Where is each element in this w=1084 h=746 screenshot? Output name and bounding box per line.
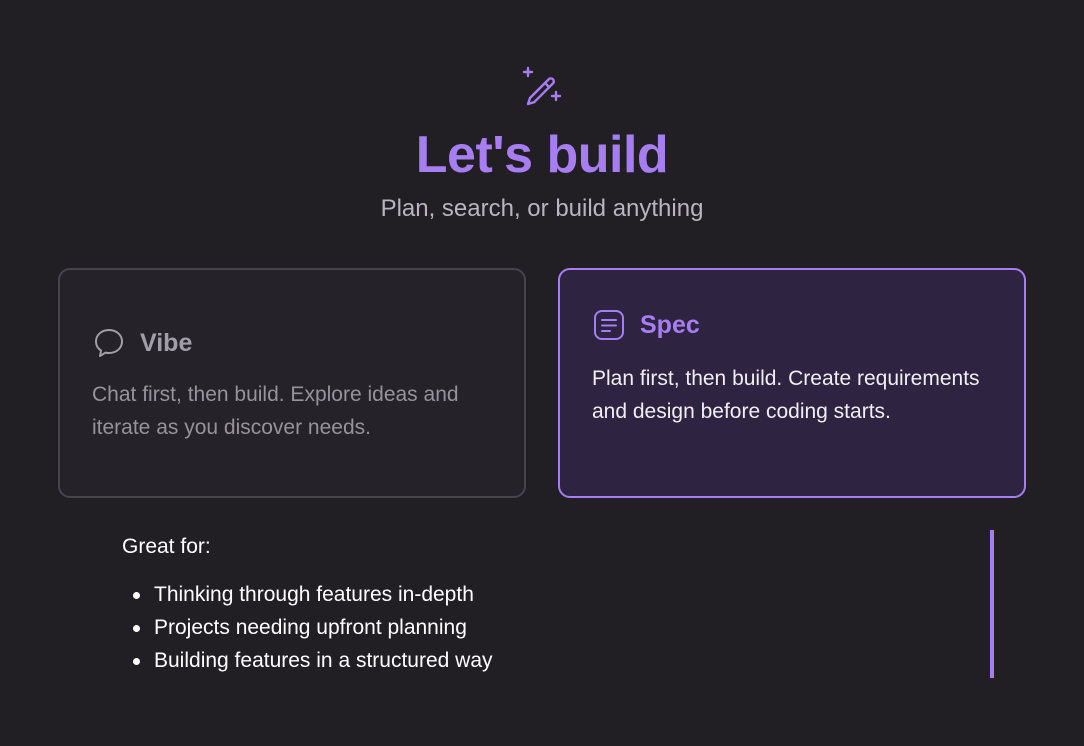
spec-mode-card[interactable]: Spec Plan first, then build. Create requ…	[558, 268, 1026, 498]
feature-text: Building features in a structured way	[154, 649, 493, 672]
spec-card-description: Plan first, then build. Create requireme…	[592, 367, 980, 423]
page-title: Let's build	[415, 126, 669, 184]
spec-card-header: Spec	[592, 308, 700, 342]
spec-card-title: Spec	[640, 311, 700, 339]
feature-text: Thinking through features in-depth	[154, 583, 474, 606]
mode-selection-page: Let's build Plan, search, or build anyth…	[0, 0, 1084, 746]
vibe-card-description: Chat first, then build. Explore ideas an…	[92, 383, 459, 439]
vibe-mode-card[interactable]: Vibe Chat first, then build. Explore ide…	[58, 268, 526, 498]
bullet-icon	[133, 592, 140, 599]
accent-divider	[990, 530, 994, 678]
feature-text: Projects needing upfront planning	[154, 616, 467, 639]
page-subtitle: Plan, search, or build anything	[380, 195, 704, 222]
list-item: Projects needing upfront planning	[122, 611, 493, 644]
feature-list: Thinking through features in-depth Proje…	[122, 578, 493, 677]
document-lines-icon	[594, 310, 624, 340]
list-item: Building features in a structured way	[122, 644, 493, 677]
great-for-heading: Great for:	[122, 535, 211, 558]
list-item: Thinking through features in-depth	[122, 578, 493, 611]
chat-bubble-icon	[95, 329, 123, 357]
vibe-card-header: Vibe	[92, 326, 192, 360]
vibe-card-title: Vibe	[140, 329, 193, 357]
magic-wand-sparkle-icon	[522, 66, 562, 106]
bullet-icon	[133, 658, 140, 665]
bullet-icon	[133, 625, 140, 632]
